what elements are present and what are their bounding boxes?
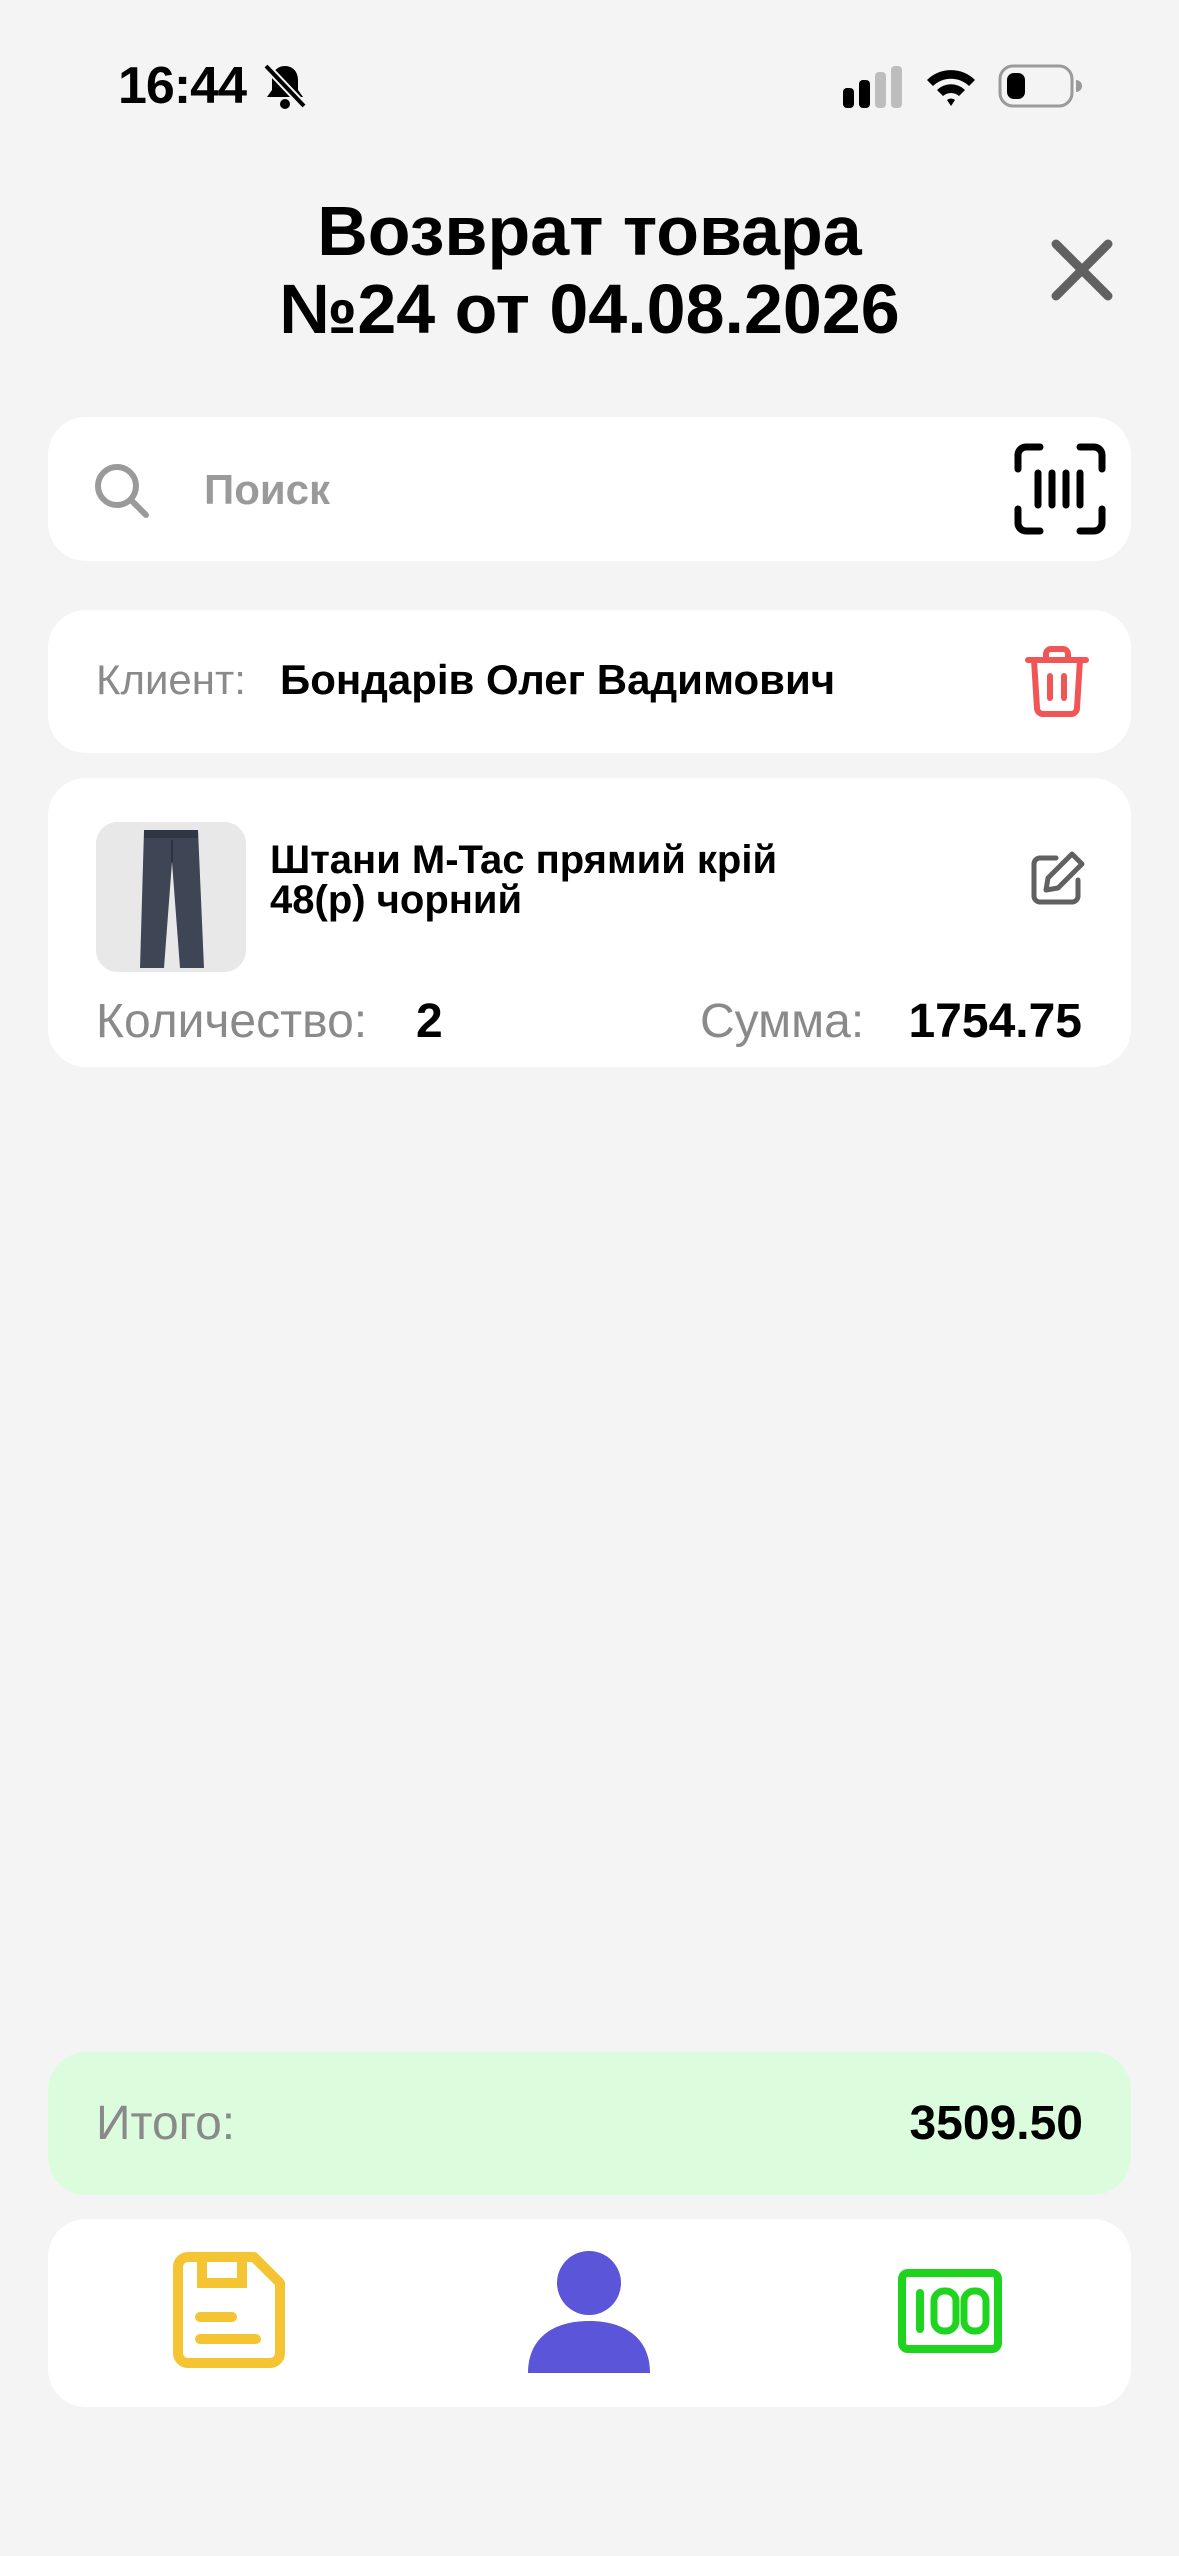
close-icon[interactable]: [1046, 234, 1118, 306]
signal-icon: [843, 66, 902, 108]
wifi-icon: [927, 70, 975, 106]
total-value: 3509.50: [909, 2097, 1083, 2150]
trash-icon[interactable]: [1022, 644, 1092, 718]
client-card[interactable]: Клиент: Бондарів Олег Вадимович: [48, 610, 1131, 753]
user-icon[interactable]: [526, 2249, 652, 2373]
product-title-line2: 48(р) чорний: [270, 878, 523, 922]
product-title: Штани M-Tac прямий крій 48(р) чорний: [270, 840, 920, 920]
product-title-line1: Штани M-Tac прямий крій: [270, 838, 778, 882]
quantity-label: Количество:: [96, 995, 368, 1048]
sum-value: 1754.75: [908, 995, 1082, 1048]
barcode-scan-icon[interactable]: [1014, 443, 1106, 535]
pants-image: [96, 822, 246, 972]
bottom-action-bar: [48, 2219, 1131, 2407]
sum-label: Сумма:: [700, 995, 865, 1048]
status-bar: 16:44: [0, 0, 1179, 170]
bell-slash-icon: [263, 63, 307, 109]
product-image: [96, 822, 246, 972]
cash-icon[interactable]: [898, 2269, 1002, 2353]
client-label: Клиент:: [96, 656, 246, 703]
quantity-value: 2: [416, 995, 443, 1048]
page-title: Возврат товара №24 от 04.08.2026: [0, 192, 1179, 348]
search-icon: [95, 464, 149, 518]
save-icon[interactable]: [168, 2249, 288, 2371]
page-title-line1: Возврат товара: [317, 192, 862, 270]
total-bar: Итого: 3509.50: [48, 2052, 1131, 2195]
search-bar: [48, 417, 1131, 561]
status-time: 16:44: [118, 57, 247, 115]
edit-icon[interactable]: [1028, 850, 1086, 908]
client-name: Бондарів Олег Вадимович: [280, 656, 836, 703]
page-title-line2: №24 от 04.08.2026: [279, 270, 900, 348]
total-label: Итого:: [96, 2097, 236, 2150]
list-item[interactable]: Штани M-Tac прямий крій 48(р) чорний Кол…: [48, 778, 1131, 1067]
battery-icon: [998, 64, 1082, 108]
search-input[interactable]: [202, 455, 1006, 525]
